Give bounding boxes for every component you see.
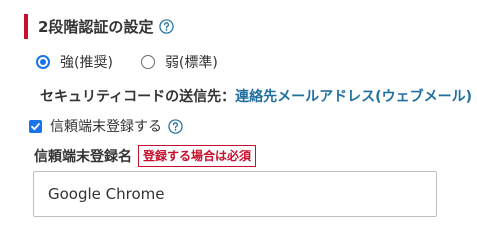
trusted-device-checkbox-label: 信頼端末登録する	[50, 119, 162, 135]
radio-strong-label: 強(推奨)	[60, 55, 113, 71]
help-icon[interactable]	[168, 118, 183, 134]
trusted-device-name-input[interactable]	[33, 171, 437, 217]
radio-weak-control[interactable]	[140, 55, 155, 69]
security-code-destination: セキュリティコードの送信先：連絡先メールアドレス(ウェブメール)	[40, 86, 472, 106]
checkbox-checked-icon[interactable]	[29, 119, 42, 133]
section-title: 2段階認証の設定	[38, 18, 154, 36]
required-badge: 登録する場合は必須	[138, 145, 257, 167]
security-code-destination-link[interactable]: 連絡先メールアドレス(ウェブメール)	[235, 89, 472, 105]
radio-strong-control[interactable]	[36, 55, 50, 69]
section-accent-bar	[24, 14, 28, 39]
trusted-device-name-label: 信頼端末登録名	[34, 149, 132, 165]
security-code-label: セキュリティコードの送信先：	[40, 89, 236, 105]
radio-weak[interactable]: 弱(標準)	[140, 52, 218, 72]
trusted-device-checkbox[interactable]: 信頼端末登録する	[29, 116, 183, 136]
radio-weak-label: 弱(標準)	[164, 55, 218, 71]
trusted-device-name-label-row: 信頼端末登録名 登録する場合は必須	[34, 145, 257, 167]
radio-strong[interactable]: 強(推奨)	[36, 52, 113, 72]
strength-radio-group: 強(推奨) 弱(標準)	[36, 52, 218, 72]
two-step-auth-header: 2段階認証の設定	[24, 14, 175, 39]
help-icon[interactable]	[159, 19, 175, 34]
